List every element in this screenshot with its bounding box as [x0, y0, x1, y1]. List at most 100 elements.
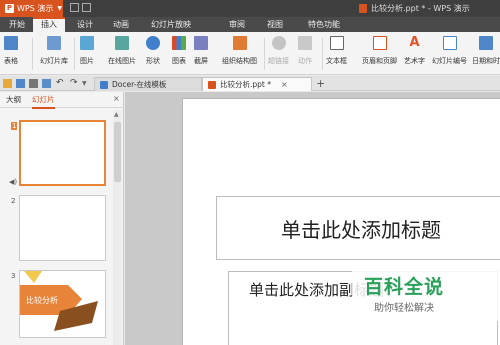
org-chart-icon: [232, 36, 247, 50]
save-icon[interactable]: [16, 79, 25, 88]
slide-library-button[interactable]: 幻灯片库: [40, 36, 68, 66]
calendar-icon: [479, 36, 493, 50]
picture-icon: [80, 36, 94, 50]
wps-app-menu-button[interactable]: P WPS 演示 ▼: [0, 0, 63, 17]
menu-view[interactable]: 视图: [262, 17, 288, 32]
text-box-icon: [329, 36, 344, 50]
insert-chart-button[interactable]: 图表: [172, 36, 186, 66]
slides-scrollbar[interactable]: ▲: [113, 110, 122, 345]
scroll-up-icon[interactable]: ▲: [114, 111, 119, 118]
header-footer-icon: [372, 36, 387, 50]
insert-shape-button[interactable]: 形状: [146, 36, 160, 66]
wps-logo-icon: P: [5, 4, 14, 13]
menu-slideshow[interactable]: 幻灯片放映: [145, 17, 197, 32]
chevron-down-icon: ▼: [57, 5, 62, 12]
customize-toolbar-icon[interactable]: ▼: [82, 79, 91, 88]
insert-picture-label: 图片: [80, 57, 94, 65]
ppt-file-icon: [208, 80, 216, 89]
slide-library-icon: [47, 36, 61, 50]
redo-icon[interactable]: ↷: [70, 79, 79, 88]
hyperlink-button[interactable]: 超链接: [268, 36, 289, 66]
tab-docer-label: Docer-在线模板: [112, 80, 167, 89]
hyperlink-icon: [271, 36, 286, 50]
slide-number-button[interactable]: 幻灯片编号: [432, 36, 467, 66]
action-button[interactable]: 动作: [298, 36, 312, 66]
org-chart-button[interactable]: 组织结构图: [222, 36, 257, 66]
table-icon: [4, 36, 18, 50]
word-art-label: 艺术字: [404, 57, 425, 65]
ribbon-toolbar: 表格 幻灯片库 图片 在线图片 形状 图表 截屏 组织结构图 超链接 动作 文本…: [0, 32, 500, 75]
watermark-brand: 百科全说: [364, 276, 445, 298]
wps-presentation-window: P WPS 演示 ▼ 比较分析.ppt * - WPS 演示 开始 插入 设计 …: [0, 0, 500, 345]
online-picture-button[interactable]: 在线图片: [108, 36, 136, 66]
screenshot-button[interactable]: 截屏: [194, 36, 208, 66]
undo-icon[interactable]: ↶: [56, 79, 65, 88]
slide-number-icon: [442, 36, 457, 50]
tab-document-label: 比较分析.ppt *: [220, 80, 271, 89]
text-box-button[interactable]: 文本框: [326, 36, 347, 66]
slide-number: 3: [11, 272, 16, 280]
insert-shape-label: 形状: [146, 57, 160, 65]
print-icon[interactable]: [29, 79, 38, 88]
app-brand-label: WPS 演示: [17, 4, 54, 13]
tab-slides[interactable]: 幻灯片: [32, 94, 55, 109]
slide-library-label: 幻灯片库: [40, 57, 68, 65]
screenshot-icon: [194, 36, 208, 50]
scrollbar-thumb[interactable]: [114, 122, 121, 182]
tab-docer-templates[interactable]: Docer-在线模板: [94, 77, 202, 91]
window-title: 比较分析.ppt * - WPS 演示: [359, 0, 470, 17]
title-bar: P WPS 演示 ▼ 比较分析.ppt * - WPS 演示: [0, 0, 500, 17]
menu-animation[interactable]: 动画: [106, 17, 136, 32]
menu-design[interactable]: 设计: [70, 17, 100, 32]
action-icon: [298, 36, 312, 50]
tab-outline[interactable]: 大纲: [6, 94, 21, 105]
word-art-icon: A: [409, 35, 420, 50]
screenshot-label: 截屏: [194, 57, 208, 65]
title-placeholder[interactable]: 单击此处添加标题: [216, 196, 500, 260]
tab-document[interactable]: 比较分析.ppt * ×: [202, 77, 312, 91]
ppt-file-icon: [359, 4, 367, 13]
menu-review[interactable]: 审阅: [224, 17, 250, 32]
slide-number-label: 幻灯片编号: [432, 57, 467, 65]
panel-tabs: 大纲 幻灯片 ×: [0, 92, 124, 109]
text-box-label: 文本框: [326, 57, 347, 65]
new-window-icon[interactable]: [70, 3, 79, 12]
slide-3-title: 比较分析: [26, 296, 58, 305]
new-tab-button[interactable]: +: [316, 77, 325, 90]
menu-insert[interactable]: 插入: [33, 17, 65, 32]
sound-icon: ◀): [9, 178, 18, 186]
org-chart-label: 组织结构图: [222, 57, 257, 65]
menu-features[interactable]: 特色功能: [302, 17, 346, 32]
watermark-logo: 百科全说 助你轻松解决: [352, 266, 500, 321]
shape-icon: [146, 36, 160, 50]
open-folder-icon[interactable]: [3, 79, 12, 88]
close-panel-icon[interactable]: ×: [113, 94, 120, 103]
word-art-button[interactable]: A 艺术字: [404, 36, 425, 66]
chart-icon: [172, 36, 186, 50]
close-icon[interactable]: ×: [281, 80, 288, 89]
date-time-label: 日期和时: [472, 57, 500, 65]
header-footer-label: 页眉和页脚: [362, 57, 397, 65]
insert-picture-button[interactable]: 图片: [80, 36, 94, 66]
slide-thumbnail-2[interactable]: [19, 195, 106, 261]
print-preview-icon[interactable]: [42, 79, 51, 88]
save-icon[interactable]: [82, 3, 91, 12]
menu-bar: 开始 插入 设计 动画 幻灯片放映 审阅 视图 特色功能: [0, 17, 500, 32]
header-footer-button[interactable]: 页眉和页脚: [362, 36, 397, 66]
window-title-text: 比较分析.ppt * - WPS 演示: [371, 4, 470, 13]
online-picture-icon: [115, 36, 129, 50]
insert-chart-label: 图表: [172, 57, 186, 65]
insert-table-label: 表格: [4, 57, 18, 65]
watermark-slogan: 助你轻松解决: [374, 303, 434, 314]
date-time-button[interactable]: 日期和时: [472, 36, 500, 66]
slide-thumbnail-1[interactable]: [19, 120, 106, 186]
action-label: 动作: [298, 57, 312, 65]
slide-number: 2: [11, 197, 16, 205]
slide-thumbnail-3[interactable]: 比较分析: [19, 270, 106, 338]
docer-icon: [100, 80, 108, 89]
ribbon-divider: [32, 38, 33, 70]
menu-home[interactable]: 开始: [3, 17, 31, 32]
hyperlink-label: 超链接: [268, 57, 289, 65]
ribbon-divider: [74, 38, 75, 70]
insert-table-button[interactable]: 表格: [4, 36, 18, 66]
